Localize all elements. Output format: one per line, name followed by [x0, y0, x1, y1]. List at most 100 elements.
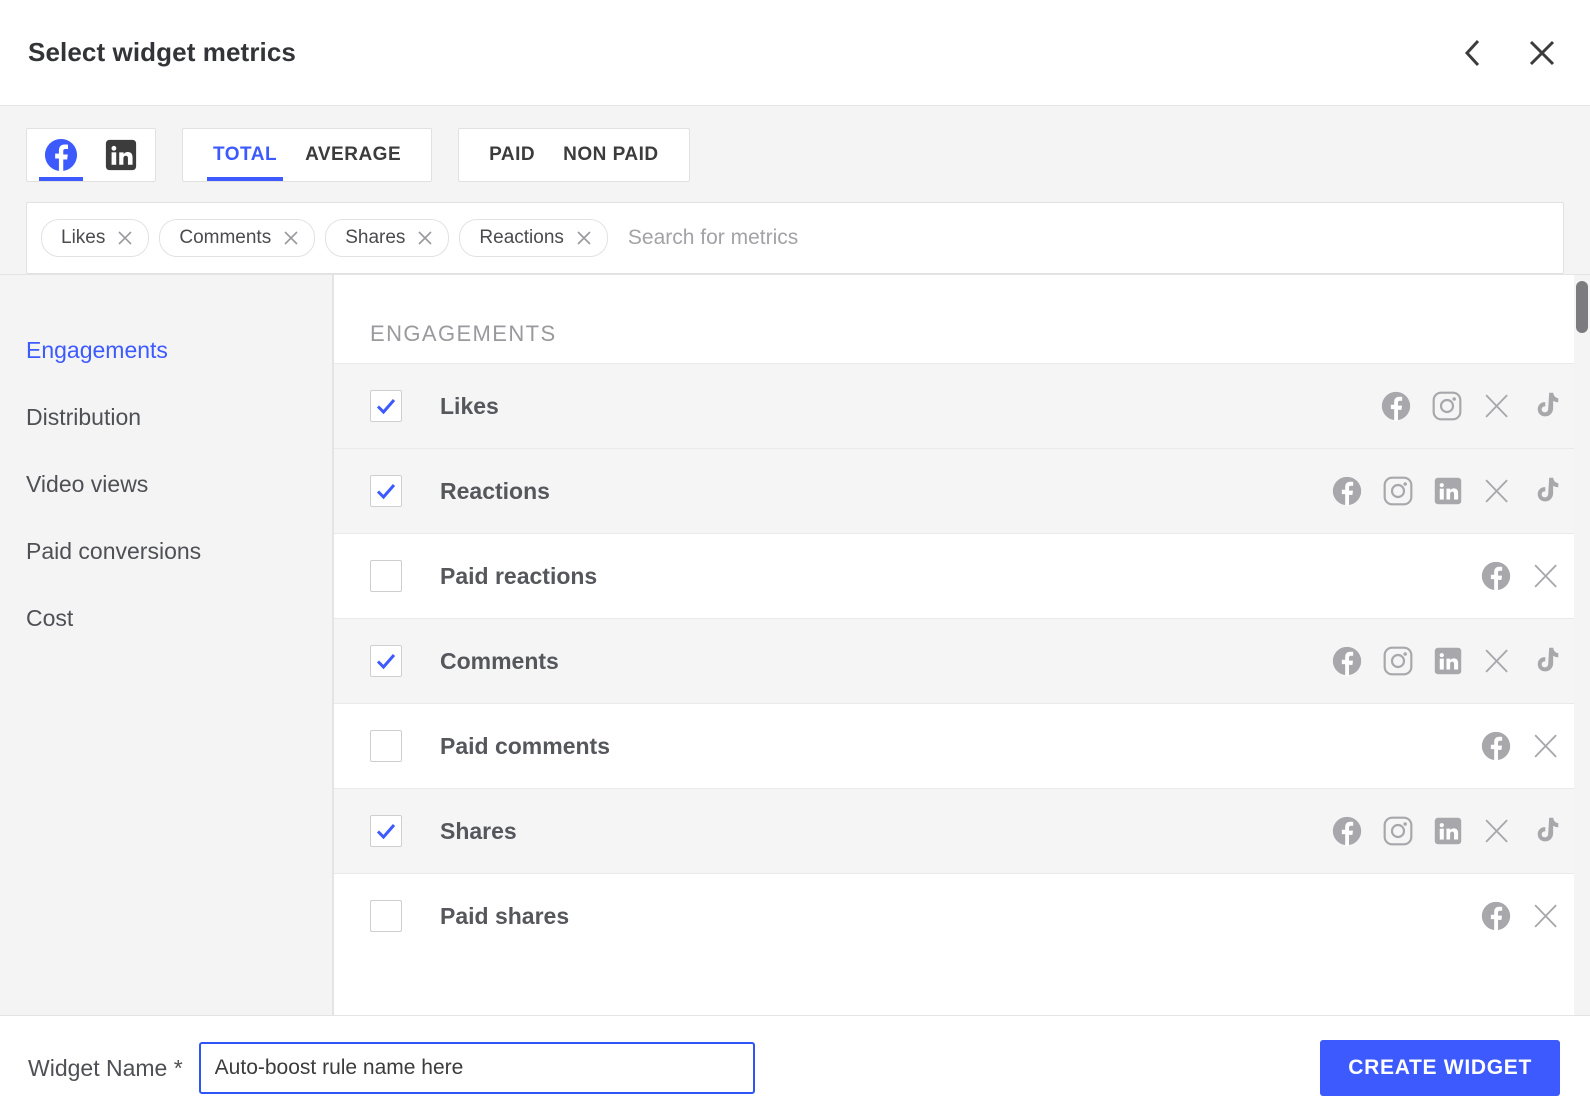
- instagram-icon: [1383, 816, 1413, 846]
- aggregation-tab-group: TOTAL AVERAGE: [182, 128, 433, 182]
- metric-row[interactable]: Paid comments: [334, 703, 1590, 788]
- platform-tab-facebook[interactable]: [33, 129, 89, 181]
- metric-label: Reactions: [440, 477, 550, 504]
- page-title: Select widget metrics: [28, 37, 296, 67]
- facebook-icon: [1481, 901, 1511, 931]
- facebook-icon: [1481, 731, 1511, 761]
- sidebar-item-cost[interactable]: Cost: [0, 585, 332, 652]
- linkedin-icon: [1434, 647, 1462, 675]
- tab-total[interactable]: TOTAL: [199, 129, 291, 181]
- metric-label: Comments: [440, 647, 559, 674]
- metrics-search-bar[interactable]: Likes Comments Shares Reactions: [26, 202, 1564, 274]
- sidebar-item-video-views[interactable]: Video views: [0, 451, 332, 518]
- metric-chip-reactions[interactable]: Reactions: [459, 219, 608, 257]
- scrollbar-thumb[interactable]: [1576, 281, 1588, 333]
- chip-remove-icon[interactable]: [117, 230, 133, 246]
- linkedin-icon: [1434, 817, 1462, 845]
- metric-checkbox[interactable]: [370, 730, 402, 762]
- facebook-icon: [1481, 561, 1511, 591]
- widget-name-label: Widget Name *: [28, 1054, 183, 1081]
- dialog-body: Engagements Distribution Video views Pai…: [0, 274, 1590, 1015]
- platform-icon-group: [1332, 646, 1560, 676]
- tiktok-icon: [1532, 476, 1560, 506]
- metric-label: Paid shares: [440, 902, 570, 929]
- platform-icon-group: [1481, 731, 1560, 761]
- metric-row[interactable]: Paid shares: [334, 873, 1590, 958]
- metrics-list: Likes Reactions Paid reactions Comments Paid…: [334, 363, 1590, 958]
- chip-label: Reactions: [479, 227, 564, 248]
- metrics-list-panel: ENGAGEMENTS Likes Reactions Paid reactions…: [333, 275, 1590, 1015]
- chip-label: Shares: [345, 227, 406, 248]
- sidebar-item-distribution[interactable]: Distribution: [0, 384, 332, 451]
- chip-remove-icon[interactable]: [417, 230, 433, 246]
- tiktok-icon: [1532, 391, 1560, 421]
- metric-checkbox[interactable]: [370, 560, 402, 592]
- platform-icon-group: [1481, 561, 1560, 591]
- select-widget-metrics-dialog: Select widget metrics TOTAL AVERAGE PAID…: [0, 0, 1590, 1120]
- metric-checkbox[interactable]: [370, 645, 402, 677]
- metric-chip-comments[interactable]: Comments: [159, 219, 316, 257]
- tiktok-icon: [1532, 816, 1560, 846]
- sidebar-item-engagements[interactable]: Engagements: [0, 317, 332, 384]
- chip-label: Comments: [179, 227, 272, 248]
- toolbar-row: TOTAL AVERAGE PAID NON PAID: [26, 128, 1564, 182]
- x-icon: [1483, 647, 1511, 675]
- paid-tab-group: PAID NON PAID: [458, 128, 690, 182]
- platform-toggle-group: [26, 128, 156, 182]
- widget-name-input[interactable]: [198, 1042, 755, 1094]
- metric-label: Shares: [440, 817, 517, 844]
- create-widget-button[interactable]: CREATE WIDGET: [1320, 1040, 1560, 1096]
- back-button[interactable]: [1450, 31, 1494, 75]
- metric-chip-likes[interactable]: Likes: [41, 219, 150, 257]
- chip-remove-icon[interactable]: [283, 230, 299, 246]
- dialog-footer: Widget Name * CREATE WIDGET: [0, 1015, 1590, 1120]
- chip-label: Likes: [61, 227, 106, 248]
- facebook-icon: [1332, 646, 1362, 676]
- search-input[interactable]: [617, 226, 1549, 250]
- x-icon: [1532, 732, 1560, 760]
- metric-chip-shares[interactable]: Shares: [325, 219, 450, 257]
- platform-tab-linkedin[interactable]: [93, 129, 149, 181]
- tab-paid[interactable]: PAID: [475, 129, 549, 181]
- facebook-icon: [1332, 476, 1362, 506]
- close-button[interactable]: [1520, 31, 1564, 75]
- sidebar-item-paid-conversions[interactable]: Paid conversions: [0, 518, 332, 585]
- x-icon: [1483, 817, 1511, 845]
- platform-icon-group: [1332, 476, 1560, 506]
- active-indicator: [39, 177, 83, 181]
- metric-checkbox[interactable]: [370, 900, 402, 932]
- close-icon: [1528, 39, 1556, 67]
- scrollbar-track[interactable]: [1574, 275, 1590, 1015]
- metric-row[interactable]: Reactions: [334, 448, 1590, 533]
- platform-icon-group: [1381, 391, 1560, 421]
- metric-checkbox[interactable]: [370, 475, 402, 507]
- x-icon: [1483, 392, 1511, 420]
- dialog-header: Select widget metrics: [0, 0, 1590, 106]
- tab-average[interactable]: AVERAGE: [291, 129, 415, 181]
- facebook-icon: [44, 138, 78, 172]
- instagram-icon: [1383, 646, 1413, 676]
- metric-label: Paid reactions: [440, 562, 598, 589]
- instagram-icon: [1383, 476, 1413, 506]
- chip-remove-icon[interactable]: [576, 230, 592, 246]
- header-actions: [1450, 31, 1564, 75]
- platform-icon-group: [1481, 901, 1560, 931]
- metric-row[interactable]: Paid reactions: [334, 533, 1590, 618]
- metric-label: Likes: [440, 392, 499, 419]
- linkedin-icon: [1434, 477, 1462, 505]
- metrics-group-title: ENGAGEMENTS: [334, 275, 1590, 363]
- metric-checkbox[interactable]: [370, 390, 402, 422]
- metric-row[interactable]: Likes: [334, 363, 1590, 448]
- tiktok-icon: [1532, 646, 1560, 676]
- metric-row[interactable]: Comments: [334, 618, 1590, 703]
- metric-checkbox[interactable]: [370, 815, 402, 847]
- tab-non-paid[interactable]: NON PAID: [549, 129, 672, 181]
- chevron-left-icon: [1461, 38, 1483, 68]
- instagram-icon: [1432, 391, 1462, 421]
- metrics-toolbar: TOTAL AVERAGE PAID NON PAID Likes Commen…: [0, 106, 1590, 274]
- linkedin-icon: [105, 139, 137, 171]
- platform-icon-group: [1332, 816, 1560, 846]
- facebook-icon: [1332, 816, 1362, 846]
- x-icon: [1532, 902, 1560, 930]
- metric-row[interactable]: Shares: [334, 788, 1590, 873]
